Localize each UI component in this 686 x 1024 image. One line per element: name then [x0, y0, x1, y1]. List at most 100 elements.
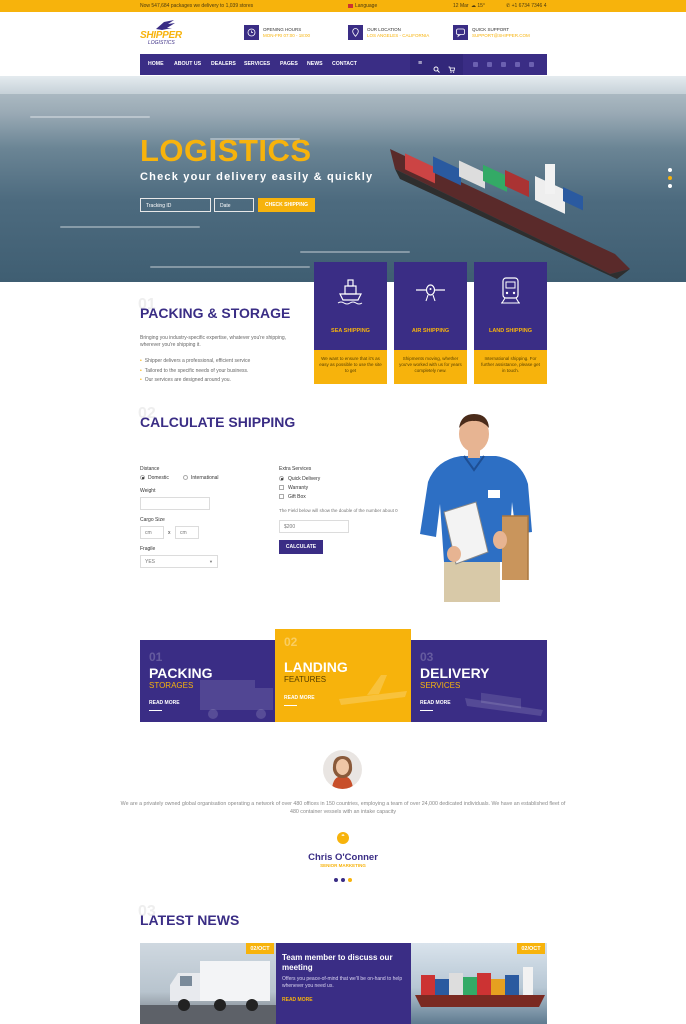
- international-label: International: [191, 475, 219, 481]
- testimonial-quote: We are a privately owned global organisa…: [120, 801, 566, 815]
- news-image-truck[interactable]: 02/OCT: [140, 943, 276, 1024]
- avatar: [323, 750, 362, 789]
- main-nav: HOME ABOUT US DEALERS SERVICES PAGES NEW…: [140, 54, 547, 75]
- logo-subtext: LOGISTICS: [148, 40, 175, 46]
- news-text: Offers you peace-of-mind that we'll be o…: [282, 976, 403, 989]
- fragile-select[interactable]: YES ▼: [140, 555, 218, 568]
- weight-input[interactable]: [140, 497, 210, 510]
- domestic-label: Domestic: [148, 475, 169, 481]
- card-text: Shipments moving, whether you've worked …: [399, 356, 462, 373]
- tracking-input[interactable]: Tracking ID: [140, 198, 211, 212]
- hero-subtitle: Check your delivery easily & quickly: [140, 171, 374, 183]
- calculate-shipping-title: CALCULATE SHIPPING: [140, 414, 296, 430]
- quick-delivery-radio[interactable]: [279, 476, 284, 481]
- train-icon: [501, 277, 520, 304]
- testimonial-name: Chris O'Conner: [308, 852, 378, 863]
- nav-home[interactable]: HOME: [148, 61, 164, 67]
- read-more-link[interactable]: READ MORE: [284, 695, 315, 701]
- cargo-width-input[interactable]: cm: [140, 526, 164, 539]
- card-title: SEA SHIPPING: [331, 328, 370, 334]
- gift-box-label: Gift Box: [288, 494, 306, 500]
- gift-box-checkbox[interactable]: [279, 494, 284, 499]
- facebook-icon[interactable]: [473, 62, 478, 67]
- news-article[interactable]: Team member to discuss our meeting Offer…: [276, 943, 411, 1024]
- feature-subtitle: SERVICES: [420, 681, 461, 690]
- read-more-link[interactable]: READ MORE: [420, 700, 451, 706]
- land-shipping-card[interactable]: LAND SHIPPING International shipping. Fo…: [474, 262, 547, 384]
- language-selector[interactable]: Language: [348, 3, 377, 9]
- times-sign: x: [168, 530, 171, 536]
- slider-dot[interactable]: [668, 184, 672, 188]
- feature-subtitle: STORAGES: [149, 681, 194, 690]
- feature-packing[interactable]: 01 PACKING STORAGES READ MORE: [140, 640, 275, 722]
- logo[interactable]: SHIPPER LOGISTICS: [140, 20, 185, 48]
- phone-link[interactable]: ✆ +1 6734 7346 4: [506, 3, 547, 9]
- sea-shipping-card[interactable]: SEA SHIPPING We want to ensure that it's…: [314, 262, 387, 384]
- nav-news[interactable]: NEWS: [307, 61, 323, 67]
- packing-description: Bringing you industry-specific expertise…: [140, 335, 287, 348]
- youtube-icon[interactable]: [515, 62, 520, 67]
- plane-icon: [416, 284, 445, 302]
- warranty-checkbox[interactable]: [279, 485, 284, 490]
- list-item: Tailored to the specific needs of your b…: [140, 367, 250, 377]
- feature-delivery[interactable]: 03 DELIVERY SERVICES READ MORE: [411, 640, 547, 722]
- testimonial-dot[interactable]: [334, 878, 338, 882]
- feature-title: LANDING: [284, 659, 348, 675]
- read-more-link[interactable]: READ MORE: [149, 700, 180, 706]
- cloud-icon: ☁: [471, 3, 476, 9]
- airplane-image: [339, 675, 407, 705]
- slider-dot[interactable]: [668, 168, 672, 172]
- slider-dot-active[interactable]: [668, 176, 672, 180]
- air-shipping-card[interactable]: AIR SHIPPING Shipments moving, whether y…: [394, 262, 467, 384]
- container-ship-photo: [415, 967, 545, 1007]
- nav-about-us[interactable]: ABOUT US: [174, 61, 201, 67]
- news-read-more[interactable]: READ MORE: [282, 997, 313, 1003]
- vimeo-icon[interactable]: [529, 62, 534, 67]
- distance-label: Distance: [140, 466, 160, 472]
- quote-icon: “: [337, 832, 349, 844]
- card-text: We want to ensure that it's as easy as p…: [319, 356, 382, 373]
- testimonial-dot-active[interactable]: [348, 878, 352, 882]
- hero-title: LOGISTICS: [140, 133, 312, 168]
- chat-bubble-icon: [453, 25, 468, 40]
- cargo-ship-image: [390, 149, 630, 279]
- testimonial-dot[interactable]: [341, 878, 345, 882]
- feature-title: PACKING: [149, 665, 213, 681]
- date-input[interactable]: Date: [214, 198, 254, 212]
- card-text: International shipping. For further assi…: [481, 356, 540, 373]
- nav-dealers[interactable]: DEALERS: [211, 61, 236, 67]
- domestic-radio[interactable]: [140, 475, 145, 480]
- packing-storage-title: PACKING & STORAGE: [140, 305, 291, 321]
- feature-landing[interactable]: 02 LANDING FEATURES READ MORE: [275, 629, 411, 722]
- ship-icon: [337, 279, 363, 305]
- check-shipping-button[interactable]: CHECK SHIPPING: [258, 198, 315, 212]
- flag-icon: [348, 3, 353, 8]
- ship-image: [465, 692, 543, 716]
- news-headline[interactable]: Team member to discuss our meeting: [282, 953, 407, 973]
- list-item: Shipper delivers a professional, efficie…: [140, 357, 251, 367]
- latest-news-title: LATEST NEWS: [140, 912, 240, 928]
- fragile-label: Fragile: [140, 546, 156, 552]
- date-text: 12 Mar: [453, 3, 469, 9]
- location-pin-icon: [348, 25, 363, 40]
- nav-contact[interactable]: CONTACT: [332, 61, 357, 67]
- nav-pages[interactable]: PAGES: [280, 61, 298, 67]
- google-plus-icon[interactable]: [501, 62, 506, 67]
- packing-bullets: Shipper delivers a professional, efficie…: [140, 357, 251, 386]
- chevron-down-icon: ▼: [209, 559, 213, 564]
- calculate-button[interactable]: CALCULATE: [279, 540, 323, 554]
- field-note: The Field below will show the double of …: [279, 508, 398, 513]
- news-date: 02/OCT: [246, 943, 274, 954]
- cargo-height-input[interactable]: cm: [175, 526, 199, 539]
- clock-icon: [244, 25, 259, 40]
- result-input[interactable]: $200: [279, 520, 349, 533]
- twitter-icon[interactable]: [487, 62, 492, 67]
- top-bar: Now 547,684 packages we delivery to 1,03…: [0, 0, 686, 12]
- news-image-ship[interactable]: 02/OCT: [411, 943, 547, 1024]
- delivery-notice: Now 547,684 packages we delivery to 1,03…: [140, 3, 254, 9]
- international-radio[interactable]: [183, 475, 188, 480]
- truck-photo: [140, 961, 276, 1024]
- list-item: Our services are designed around you.: [140, 376, 250, 386]
- nav-services[interactable]: SERVICES: [244, 61, 270, 67]
- menu-icon[interactable]: ≡: [418, 60, 422, 67]
